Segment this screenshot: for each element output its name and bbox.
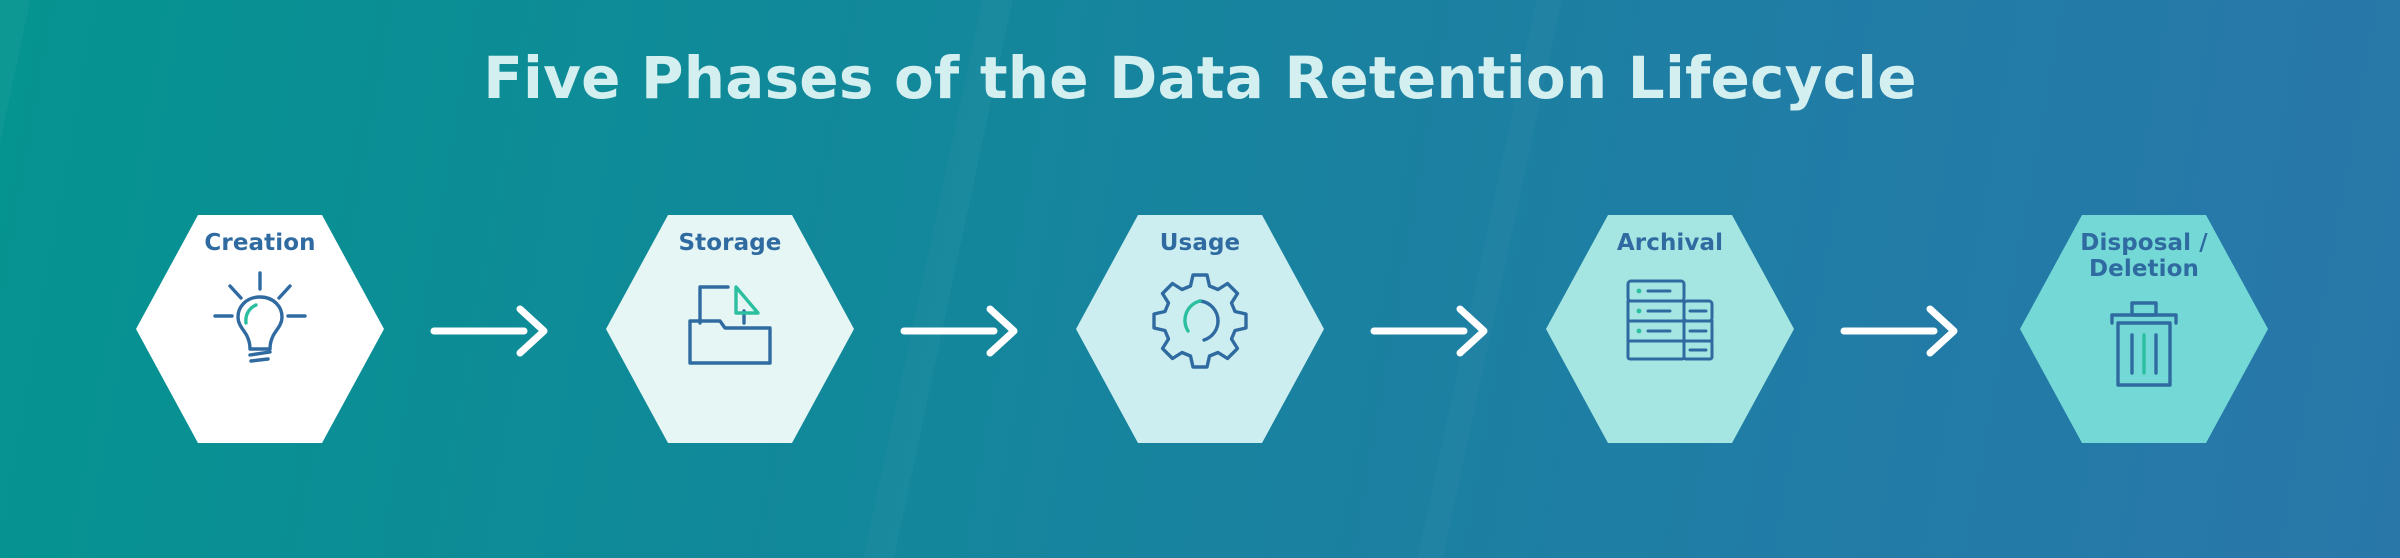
phase-label-disposal-line1: Disposal / <box>2080 230 2208 256</box>
gear-icon <box>1148 267 1252 371</box>
lightbulb-icon <box>208 267 312 371</box>
phase-label-creation: Creation <box>204 230 316 256</box>
server-stack-icon <box>1618 267 1722 371</box>
page-title: Five Phases of the Data Retention Lifecy… <box>483 44 1917 112</box>
phase-label-archival: Archival <box>1616 230 1724 256</box>
arrow-archival-to-disposal <box>1838 303 1968 359</box>
phase-hexagon-disposal[interactable]: Disposal / Deletion <box>2020 215 2268 443</box>
phase-hexagon-creation[interactable]: Creation <box>136 215 384 443</box>
phase-hexagon-archival[interactable]: Archival <box>1546 215 1794 443</box>
lifecycle-flow: Creation Storage Usage Archival Disposal… <box>0 215 2400 455</box>
phase-hexagon-storage[interactable]: Storage <box>606 215 854 443</box>
infographic-canvas: Five Phases of the Data Retention Lifecy… <box>0 0 2400 558</box>
phase-label-disposal-line2: Deletion <box>2088 255 2200 282</box>
arrow-storage-to-usage <box>898 303 1028 359</box>
trash-can-icon <box>2092 293 2196 397</box>
arrow-creation-to-storage <box>428 303 558 359</box>
phase-label-disposal: Disposal / Deletion <box>2080 230 2208 283</box>
folder-document-icon <box>678 267 782 371</box>
phase-label-storage: Storage <box>678 230 782 256</box>
arrow-usage-to-archival <box>1368 303 1498 359</box>
phase-hexagon-usage[interactable]: Usage <box>1076 215 1324 443</box>
phase-label-usage: Usage <box>1159 230 1241 256</box>
